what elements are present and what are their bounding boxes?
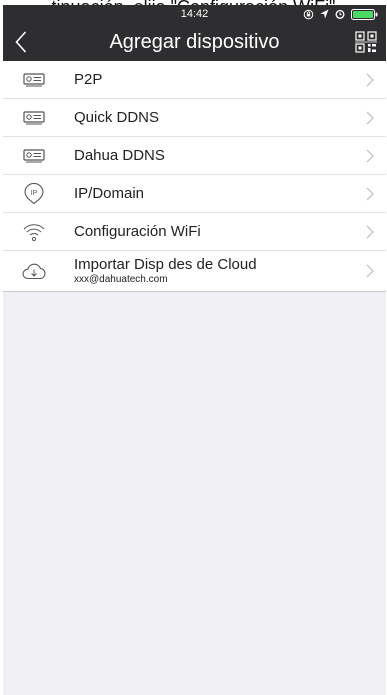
- lock-rotation-icon: [303, 9, 314, 19]
- chevron-right-icon: [366, 149, 374, 162]
- add-device-options-list: P2P Quick DDNS Dahua DDNS IP IP/Domain C…: [3, 61, 386, 292]
- cloud-account-email: xxx@dahuatech.com: [74, 274, 168, 285]
- chevron-right-icon: [366, 264, 374, 278]
- chevron-right-icon: [366, 111, 374, 124]
- list-item-import-cloud[interactable]: Importar Disp des de Cloud xxx@dahuatech…: [3, 251, 386, 291]
- list-item-label: Quick DDNS: [74, 108, 160, 126]
- list-item-label: Dahua DDNS: [74, 146, 165, 164]
- status-bar: 14:42: [3, 5, 386, 23]
- list-item-label: Configuración WiFi: [74, 222, 201, 240]
- alarm-icon: [335, 9, 345, 19]
- battery-icon: [351, 8, 378, 20]
- list-item-label: IP/Domain: [74, 184, 145, 202]
- list-item-dahua-ddns[interactable]: Dahua DDNS: [3, 137, 386, 175]
- device-icon: [23, 148, 45, 162]
- chevron-left-icon: [15, 31, 27, 53]
- navigation-bar: Agregar dispositivo: [3, 23, 386, 61]
- list-item-wifi-config[interactable]: Configuración WiFi: [3, 213, 386, 251]
- ip-icon: IP: [24, 182, 44, 204]
- cloud-download-icon: [22, 263, 46, 280]
- chevron-right-icon: [366, 73, 374, 86]
- list-item-label: P2P: [74, 70, 103, 88]
- phone-screen: 14:42 Agregar dispositivo P2P Quick DDNS…: [3, 5, 386, 695]
- svg-text:IP: IP: [31, 190, 38, 197]
- chevron-right-icon: [366, 187, 374, 200]
- list-item-quick-ddns[interactable]: Quick DDNS: [3, 99, 386, 137]
- qr-scan-button[interactable]: [352, 28, 380, 56]
- list-item-ip-domain[interactable]: IP IP/Domain: [3, 175, 386, 213]
- device-icon: [23, 110, 45, 124]
- list-item-label: Importar Disp des de Cloud: [74, 256, 257, 273]
- chevron-right-icon: [366, 225, 374, 238]
- back-button[interactable]: [5, 26, 37, 58]
- status-icons: [303, 8, 378, 20]
- device-icon: [23, 72, 45, 86]
- location-arrow-icon: [320, 9, 329, 19]
- wifi-icon: [23, 223, 45, 241]
- list-item-p2p[interactable]: P2P: [3, 61, 386, 99]
- qr-code-icon: [355, 31, 377, 53]
- page-title: Agregar dispositivo: [109, 31, 280, 53]
